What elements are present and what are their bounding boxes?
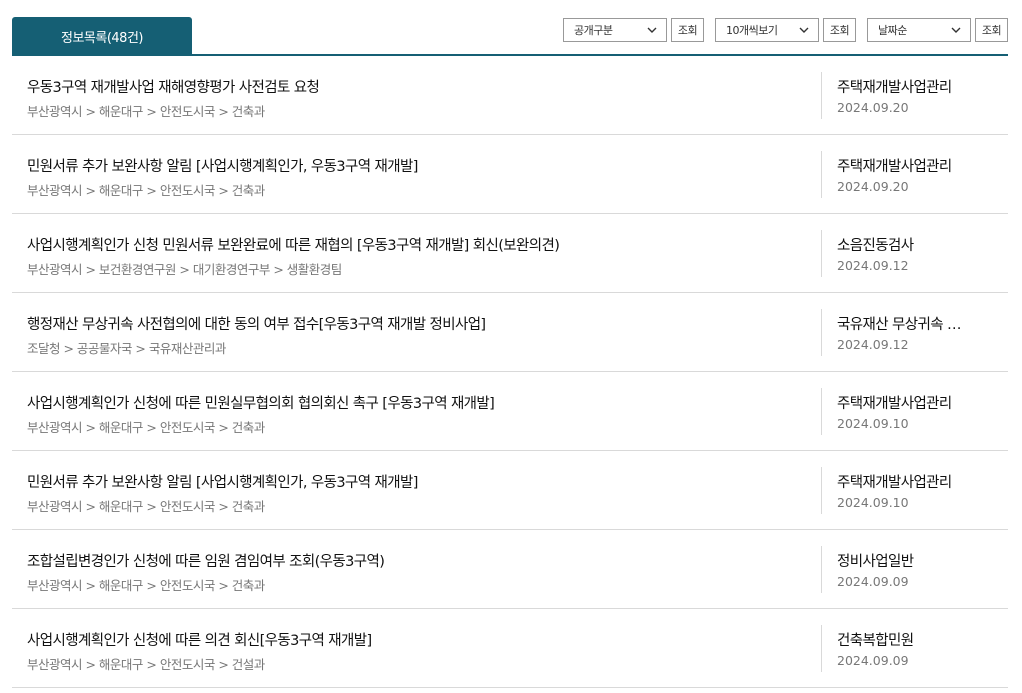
info-list: 우동3구역 재개발사업 재해영향평가 사전검토 요청 부산광역시 > 해운대구 … bbox=[12, 56, 1008, 688]
item-org-path: 부산광역시 > 해운대구 > 안전도시국 > 건축과 bbox=[27, 578, 265, 593]
item-title-link[interactable]: 우동3구역 재개발사업 재해영향평가 사전검토 요청 bbox=[27, 76, 319, 97]
list-item: 조합설립변경인가 신청에 따른 임원 겸임여부 조회(우동3구역) 부산광역시 … bbox=[12, 530, 1008, 609]
list-item: 민원서류 추가 보완사항 알림 [사업시행계획인가, 우동3구역 재개발] 부산… bbox=[12, 451, 1008, 530]
item-title-link[interactable]: 민원서류 추가 보완사항 알림 [사업시행계획인가, 우동3구역 재개발] bbox=[27, 471, 418, 492]
item-category: 주택재개발사업관리 bbox=[837, 159, 952, 175]
chevron-down-icon bbox=[647, 27, 657, 33]
item-date: 2024.09.09 bbox=[837, 574, 909, 589]
open-type-search-button[interactable]: 조회 bbox=[671, 18, 704, 42]
item-category: 건축복합민원 bbox=[837, 633, 914, 649]
open-type-value: 공개구분 bbox=[574, 24, 613, 37]
page-size-search-button[interactable]: 조회 bbox=[823, 18, 856, 42]
sort-search-button[interactable]: 조회 bbox=[975, 18, 1008, 42]
list-item: 민원서류 추가 보완사항 알림 [사업시행계획인가, 우동3구역 재개발] 부산… bbox=[12, 135, 1008, 214]
page-size-value: 10개씩보기 bbox=[726, 24, 778, 37]
chevron-down-icon bbox=[951, 27, 961, 33]
item-category: 국유재산 무상귀속 … bbox=[837, 317, 961, 333]
page-size-select[interactable]: 10개씩보기 bbox=[715, 18, 819, 42]
item-divider bbox=[821, 388, 822, 435]
list-header: 정보목록(48건) 공개구분 조회 10개씩보기 조회 날짜순 조회 bbox=[12, 17, 1008, 56]
list-item: 사업시행계획인가 신청 민원서류 보완완료에 따른 재협의 [우동3구역 재개발… bbox=[12, 214, 1008, 293]
item-category: 주택재개발사업관리 bbox=[837, 475, 952, 491]
item-date: 2024.09.20 bbox=[837, 100, 909, 115]
filter-controls: 공개구분 조회 10개씩보기 조회 날짜순 조회 bbox=[563, 17, 1008, 43]
item-category: 정비사업일반 bbox=[837, 554, 914, 570]
item-title-link[interactable]: 사업시행계획인가 신청 민원서류 보완완료에 따른 재협의 [우동3구역 재개발… bbox=[27, 234, 559, 255]
item-date: 2024.09.10 bbox=[837, 495, 909, 510]
item-category: 주택재개발사업관리 bbox=[837, 80, 952, 96]
item-org-path: 부산광역시 > 해운대구 > 안전도시국 > 건축과 bbox=[27, 104, 265, 119]
item-divider bbox=[821, 151, 822, 198]
chevron-down-icon bbox=[799, 27, 809, 33]
item-divider bbox=[821, 309, 822, 356]
list-item: 행정재산 무상귀속 사전협의에 대한 동의 여부 접수[우동3구역 재개발 정비… bbox=[12, 293, 1008, 372]
item-divider bbox=[821, 546, 822, 593]
sort-value: 날짜순 bbox=[878, 24, 907, 37]
item-date: 2024.09.09 bbox=[837, 653, 909, 668]
item-divider bbox=[821, 625, 822, 672]
item-org-path: 부산광역시 > 해운대구 > 안전도시국 > 건축과 bbox=[27, 420, 265, 435]
list-item: 우동3구역 재개발사업 재해영향평가 사전검토 요청 부산광역시 > 해운대구 … bbox=[12, 56, 1008, 135]
item-org-path: 부산광역시 > 해운대구 > 안전도시국 > 건설과 bbox=[27, 657, 265, 672]
item-title-link[interactable]: 조합설립변경인가 신청에 따른 임원 겸임여부 조회(우동3구역) bbox=[27, 550, 384, 571]
item-title-link[interactable]: 행정재산 무상귀속 사전협의에 대한 동의 여부 접수[우동3구역 재개발 정비… bbox=[27, 313, 486, 334]
item-title-link[interactable]: 사업시행계획인가 신청에 따른 의견 회신[우동3구역 재개발] bbox=[27, 629, 372, 650]
item-divider bbox=[821, 72, 822, 119]
item-org-path: 조달청 > 공공물자국 > 국유재산관리과 bbox=[27, 341, 226, 356]
sort-select[interactable]: 날짜순 bbox=[867, 18, 971, 42]
tab-label: 정보목록(48건) bbox=[61, 31, 144, 46]
list-item: 사업시행계획인가 신청에 따른 의견 회신[우동3구역 재개발] 부산광역시 >… bbox=[12, 609, 1008, 688]
item-date: 2024.09.12 bbox=[837, 337, 909, 352]
item-date: 2024.09.10 bbox=[837, 416, 909, 431]
list-item: 사업시행계획인가 신청에 따른 민원실무협의회 협의회신 촉구 [우동3구역 재… bbox=[12, 372, 1008, 451]
item-date: 2024.09.20 bbox=[837, 179, 909, 194]
item-date: 2024.09.12 bbox=[837, 258, 909, 273]
item-divider bbox=[821, 230, 822, 277]
item-org-path: 부산광역시 > 해운대구 > 안전도시국 > 건축과 bbox=[27, 499, 265, 514]
open-type-select[interactable]: 공개구분 bbox=[563, 18, 667, 42]
item-org-path: 부산광역시 > 보건환경연구원 > 대기환경연구부 > 생활환경팀 bbox=[27, 262, 342, 277]
item-category: 주택재개발사업관리 bbox=[837, 396, 952, 412]
item-title-link[interactable]: 사업시행계획인가 신청에 따른 민원실무협의회 협의회신 촉구 [우동3구역 재… bbox=[27, 392, 494, 413]
tab-info-list[interactable]: 정보목록(48건) bbox=[12, 17, 192, 56]
item-divider bbox=[821, 467, 822, 514]
item-title-link[interactable]: 민원서류 추가 보완사항 알림 [사업시행계획인가, 우동3구역 재개발] bbox=[27, 155, 418, 176]
item-category: 소음진동검사 bbox=[837, 238, 914, 254]
item-org-path: 부산광역시 > 해운대구 > 안전도시국 > 건축과 bbox=[27, 183, 265, 198]
